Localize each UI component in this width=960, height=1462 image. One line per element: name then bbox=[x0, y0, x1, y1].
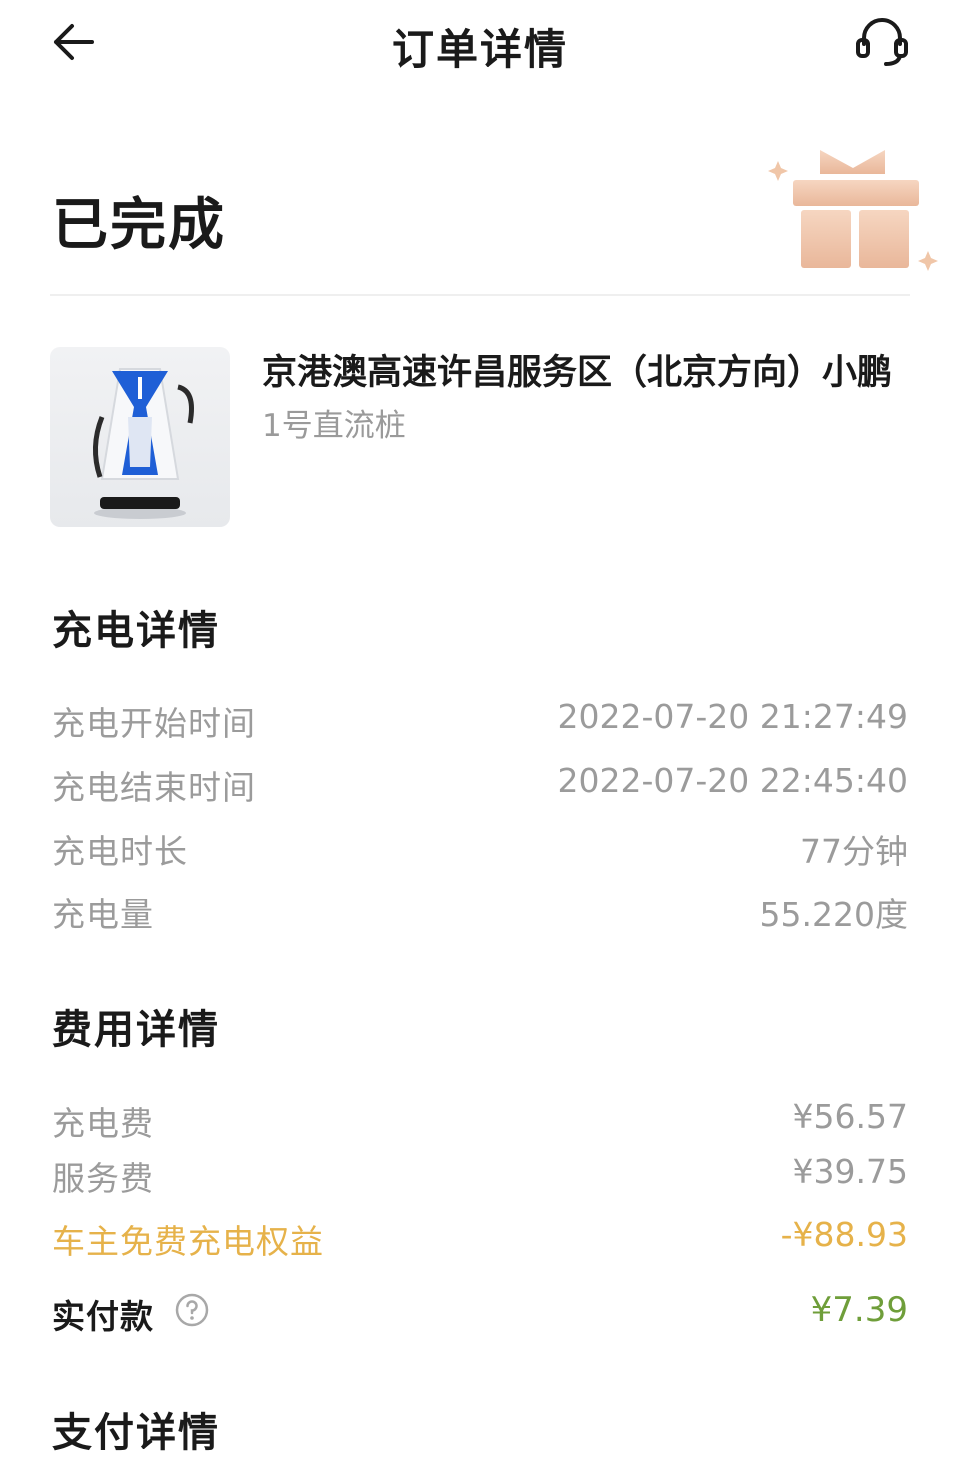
free-charging-benefit-value: -¥88.93 bbox=[780, 1215, 908, 1254]
duration-label: 充电时长 bbox=[52, 832, 188, 871]
station-name: 京港澳高速许昌服务区（北京方向）小鹏 bbox=[262, 353, 893, 393]
start-time-label: 充电开始时间 bbox=[52, 704, 256, 743]
amount-paid-label: 实付款 bbox=[52, 1297, 154, 1336]
fee-details-title: 费用详情 bbox=[52, 1007, 220, 1053]
charging-fee-value: ¥56.57 bbox=[792, 1097, 908, 1136]
charger-pile-label: 1号直流桩 bbox=[262, 408, 406, 444]
headset-icon bbox=[856, 18, 908, 66]
end-time-label: 充电结束时间 bbox=[52, 768, 256, 807]
question-circle-icon[interactable] bbox=[175, 1293, 209, 1327]
energy-label: 充电量 bbox=[52, 895, 154, 934]
payment-details-title: 支付详情 bbox=[52, 1410, 220, 1456]
start-time-value: 2022-07-20 21:27:49 bbox=[557, 697, 908, 736]
customer-service-button[interactable] bbox=[850, 14, 914, 68]
amount-paid-value: ¥7.39 bbox=[810, 1290, 908, 1330]
page-title: 订单详情 bbox=[391, 25, 568, 74]
end-time-value: 2022-07-20 22:45:40 bbox=[557, 761, 908, 800]
order-status: 已完成 bbox=[52, 193, 226, 258]
charger-image bbox=[50, 347, 230, 527]
gift-icon bbox=[765, 140, 940, 280]
free-charging-benefit-label: 车主免费充电权益 bbox=[52, 1222, 324, 1261]
service-fee-value: ¥39.75 bbox=[792, 1152, 908, 1191]
duration-value: 77分钟 bbox=[800, 832, 908, 871]
charging-details-title: 充电详情 bbox=[52, 608, 220, 654]
service-fee-label: 服务费 bbox=[52, 1159, 154, 1198]
divider bbox=[50, 294, 910, 296]
energy-value: 55.220度 bbox=[759, 895, 908, 934]
charging-fee-label: 充电费 bbox=[52, 1104, 154, 1143]
